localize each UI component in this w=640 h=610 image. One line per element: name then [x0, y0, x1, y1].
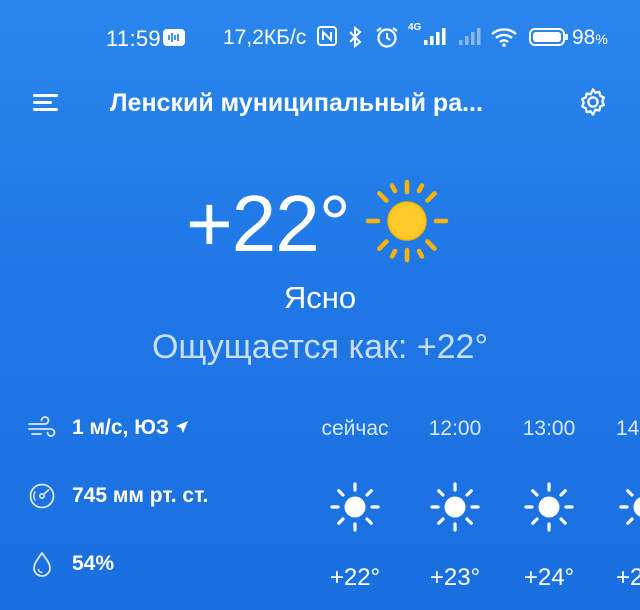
hour-temperature: +24°: [523, 564, 575, 591]
hour-time: 14:00: [616, 417, 640, 440]
hour-temperature: +22°: [329, 564, 381, 591]
wind-direction-arrow-icon: [176, 421, 189, 433]
hourly-item[interactable]: сейчас +22°: [300, 415, 410, 592]
hour-time: сейчас: [321, 417, 389, 440]
humidity-detail: 54%: [26, 546, 286, 582]
pressure-gauge-icon: [29, 483, 55, 509]
signal-weak-icon: [459, 28, 481, 45]
settings-gear-icon[interactable]: [576, 85, 610, 119]
wifi-icon: [491, 28, 517, 47]
sun-icon: [365, 179, 449, 263]
humidity-drop-icon: [33, 552, 51, 577]
sun-icon: [430, 482, 480, 532]
recording-icon: [163, 29, 185, 46]
wind-detail: 1 м/с, ЮЗ: [26, 410, 286, 446]
menu-line: [33, 108, 58, 111]
weather-condition: Ясно: [283, 280, 357, 315]
sun-icon: [619, 489, 640, 525]
hour-temperature: +2: [616, 564, 640, 591]
nfc-icon: [317, 26, 337, 46]
alarm-icon: [376, 27, 398, 48]
feels-like: Ощущается как: +22°: [151, 328, 489, 366]
wind-value: 1 м/с, ЮЗ: [72, 416, 190, 440]
battery-percent-sign: %: [595, 31, 608, 47]
hourly-item[interactable]: 13:00 +24°: [494, 415, 604, 592]
sun-icon: [524, 482, 574, 532]
sun-icon: [330, 482, 380, 532]
pressure-value: 745 мм рт. ст.: [72, 484, 209, 507]
pressure-detail: 745 мм рт. ст.: [26, 478, 286, 514]
status-time: 11:59: [106, 26, 161, 51]
menu-line: [33, 101, 52, 104]
current-temperature: +22°: [186, 179, 351, 268]
menu-line: [33, 94, 58, 97]
signal-icon: [424, 28, 446, 45]
hourly-item-clip: 14:00 +2: [600, 415, 640, 610]
bluetooth-icon: [349, 25, 362, 49]
humidity-value: 54%: [72, 552, 115, 575]
wind-text: 1 м/с, ЮЗ: [72, 416, 170, 439]
app-header: Ленский муниципальный ра...: [0, 80, 640, 124]
battery-icon: [529, 28, 568, 46]
location-title[interactable]: Ленский муниципальный ра...: [110, 89, 540, 118]
hourly-item[interactable]: 14:00 +2: [616, 415, 640, 592]
wind-icon: [28, 416, 56, 437]
battery-level: 98%: [572, 26, 608, 50]
network-speed: 17,2КБ/с: [223, 26, 307, 49]
menu-button[interactable]: [30, 88, 60, 116]
battery-percent: 98: [572, 26, 596, 49]
hour-time: 13:00: [522, 417, 576, 440]
status-bar: 11:59 17,2КБ/с 4G 98%: [0, 0, 640, 70]
